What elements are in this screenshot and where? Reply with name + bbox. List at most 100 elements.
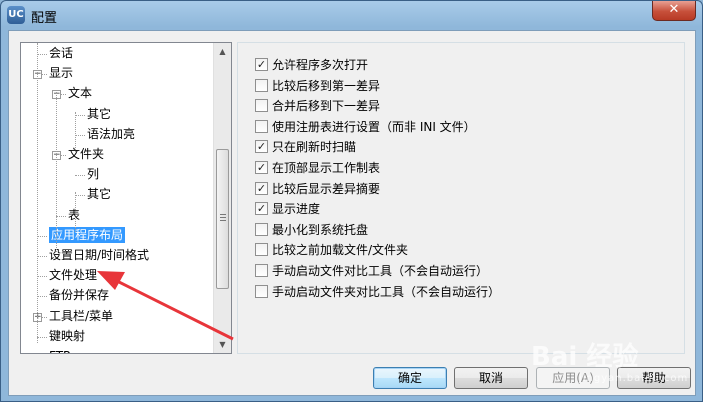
tree-item-label: 键映射	[49, 328, 86, 343]
grip-line	[220, 220, 226, 221]
tree-item-label: 文件夹	[68, 147, 105, 161]
tree-connector	[56, 92, 57, 252]
tree-item-label: 显示	[49, 66, 74, 81]
tree-item[interactable]: 备份并保存	[49, 286, 109, 305]
dialog-client-area: ▲ ▼ 会话 − 显示 − 文本 其它 语法加亮 − 文件夹列其它表应用程序布局 设置日期/时间格…	[8, 30, 696, 396]
tree-connector	[37, 43, 38, 343]
tree-item-label: 列	[87, 167, 100, 182]
checkbox-unchecked-icon[interactable]	[255, 99, 268, 113]
tree-connector	[37, 235, 47, 237]
tree-connector	[75, 192, 76, 232]
window-title: 配置	[31, 11, 58, 26]
tree-item[interactable]: 文件处理	[49, 266, 97, 285]
option-checkbox-row[interactable]: 最小化到系统托盘	[255, 221, 368, 240]
checkbox-unchecked-icon[interactable]	[255, 119, 268, 133]
options-panel: ✓ 允许程序多次打开 比较后移到第一差异 合并后移到下一差异使用注册表进行设置（而非 …	[237, 42, 685, 354]
option-label: 显示进度	[272, 202, 321, 217]
tree-item[interactable]: 语法加亮	[87, 125, 135, 144]
dialog-window: UC 配置 ✕ ▲ ▼ 会话 − 显示 − 文本 其它 语法加亮 − 文件夹列其它表应用程序布局…	[0, 0, 703, 402]
tree-connector	[75, 175, 85, 177]
watermark-url: jingyan.baidu.com	[579, 373, 689, 384]
tree-connector	[37, 336, 47, 338]
checkbox-checked-icon[interactable]: ✓	[255, 140, 268, 154]
tree-item[interactable]: 其它	[87, 105, 111, 124]
tree-item[interactable]: 设置日期/时间格式	[49, 246, 149, 265]
scroll-up-icon[interactable]: ▲	[214, 43, 231, 60]
grip-line	[220, 217, 226, 218]
title-bar[interactable]: UC 配置 ✕	[1, 1, 702, 29]
tree-item-label: 备份并保存	[49, 288, 110, 303]
checkbox-checked-icon[interactable]: ✓	[255, 58, 268, 71]
option-label: 比较之前加载文件/文件夹	[272, 243, 409, 258]
checkbox-unchecked-icon[interactable]	[255, 222, 268, 236]
tree-connector	[37, 296, 47, 298]
option-checkbox-row[interactable]: ✓ 只在刷新时扫瞄	[255, 138, 356, 157]
tree-item-label: 其它	[87, 106, 112, 121]
tree-item-label: 工具栏/菜单	[49, 308, 114, 323]
tree-item[interactable]: 会话	[49, 44, 73, 63]
tree-item[interactable]: FTP	[49, 347, 70, 353]
tree-connector	[37, 54, 47, 55]
tree-item[interactable]: 文本	[68, 84, 92, 103]
scroll-down-icon[interactable]: ▼	[214, 336, 231, 353]
option-label: 允许程序多次打开	[272, 58, 369, 72]
option-checkbox-row[interactable]: 合并后移到下一差异	[255, 97, 380, 116]
option-checkbox-row[interactable]: ✓ 在顶部显示工作制表	[255, 159, 380, 178]
category-tree[interactable]: ▲ ▼ 会话 − 显示 − 文本 其它 语法加亮 − 文件夹列其它表应用程序布局 设置日期/时间格…	[20, 42, 232, 354]
tree-item[interactable]: 键映射	[49, 327, 85, 346]
tree-item[interactable]: 工具栏/菜单	[49, 307, 113, 326]
grip-line	[220, 214, 226, 215]
option-label: 最小化到系统托盘	[272, 222, 369, 237]
tree-item[interactable]: 文件夹	[68, 145, 104, 164]
option-checkbox-row[interactable]: ✓ 显示进度	[255, 200, 320, 219]
option-label: 使用注册表进行设置（而非 INI 文件）	[272, 119, 476, 134]
tree-item-label: 语法加亮	[87, 126, 136, 141]
checkbox-checked-icon[interactable]: ✓	[255, 161, 268, 174]
tree-connector	[56, 215, 66, 217]
checkbox-unchecked-icon[interactable]	[255, 243, 268, 257]
tree-connector	[75, 112, 76, 152]
checkbox-checked-icon[interactable]: ✓	[255, 202, 268, 216]
option-label: 比较后显示差异摘要	[272, 181, 381, 196]
ok-button[interactable]: 确定	[373, 367, 447, 389]
tree-connector	[75, 134, 85, 136]
tree-item-label: FTP	[49, 349, 70, 353]
checkbox-checked-icon[interactable]: ✓	[255, 181, 268, 195]
cancel-button[interactable]: 取消	[454, 367, 528, 389]
tree-item[interactable]: 表	[68, 206, 80, 225]
option-checkbox-row[interactable]: 比较之前加载文件/文件夹	[255, 241, 408, 260]
option-label: 手动启动文件对比工具（不会自动运行）	[272, 264, 489, 278]
tree-item-label: 文件处理	[49, 268, 98, 283]
app-icon: UC	[7, 6, 25, 24]
option-checkbox-row[interactable]: 手动启动文件对比工具（不会自动运行）	[255, 262, 488, 281]
tree-item-label: 文本	[68, 86, 93, 101]
option-label: 比较后移到第一差异	[272, 78, 381, 93]
checkbox-unchecked-icon[interactable]	[255, 264, 268, 277]
option-checkbox-row[interactable]: ✓ 允许程序多次打开	[255, 56, 368, 75]
close-button[interactable]: ✕	[652, 1, 696, 21]
tree-item[interactable]: 应用程序布局	[49, 226, 126, 245]
tree-item-label: 其它	[87, 187, 112, 202]
option-label: 只在刷新时扫瞄	[272, 140, 357, 155]
option-checkbox-row[interactable]: 比较后移到第一差异	[255, 77, 380, 96]
tree-item[interactable]: 其它	[87, 185, 111, 204]
tree-item[interactable]: 显示	[49, 64, 73, 83]
tree-connector	[37, 256, 47, 257]
scrollbar-thumb[interactable]	[216, 149, 229, 289]
tree-item-label: 应用程序布局	[49, 226, 126, 243]
option-checkbox-row[interactable]: ✓ 比较后显示差异摘要	[255, 180, 380, 199]
option-label: 手动启动文件夹对比工具（不会自动运行）	[272, 284, 501, 299]
tree-item[interactable]: 列	[87, 165, 99, 184]
tree-item-label: 设置日期/时间格式	[49, 248, 150, 262]
option-label: 合并后移到下一差异	[272, 99, 381, 114]
checkbox-unchecked-icon[interactable]	[255, 78, 268, 92]
tree-connector	[75, 195, 85, 197]
tree-connector	[37, 276, 47, 278]
tree-item-label: 会话	[49, 46, 74, 60]
option-checkbox-row[interactable]: 使用注册表进行设置（而非 INI 文件）	[255, 118, 476, 137]
checkbox-unchecked-icon[interactable]	[255, 284, 268, 298]
tree-scrollbar[interactable]: ▲ ▼	[213, 43, 231, 353]
tree-item-label: 表	[68, 207, 81, 222]
option-checkbox-row[interactable]: 手动启动文件夹对比工具（不会自动运行）	[255, 283, 500, 302]
tree-connector	[75, 114, 85, 116]
